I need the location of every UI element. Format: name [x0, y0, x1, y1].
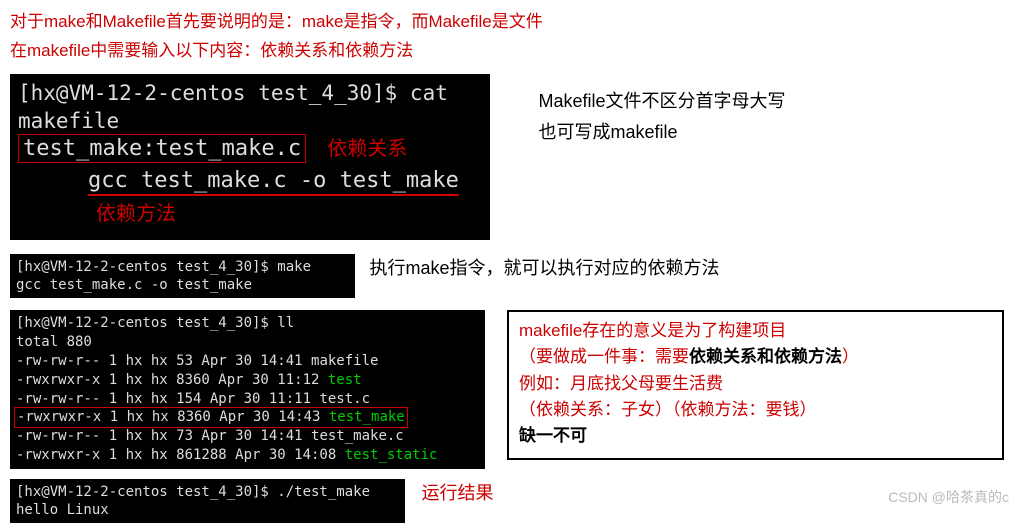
- term4-l2: hello Linux: [16, 501, 399, 519]
- list-item: -rwxrwxr-x 1 hx hx 8360 Apr 30 11:12 tes…: [16, 371, 479, 390]
- terminal-ll: [hx@VM-12-2-centos test_4_30]$ ll total …: [10, 310, 485, 469]
- watermark: CSDN @哈茶真的c: [888, 487, 1009, 507]
- term1-method-row: gcc test_make.c -o test_make 依赖方法: [18, 164, 482, 230]
- term3-total: total 880: [16, 333, 479, 352]
- term2-l2: gcc test_make.c -o test_make: [16, 276, 349, 294]
- callout-l1: makefile存在的意义是为了构建项目: [519, 321, 786, 340]
- term2-l1: [hx@VM-12-2-centos test_4_30]$ make: [16, 258, 349, 276]
- intro-line-2: 在makefile中需要输入以下内容：依赖关系和依赖方法: [10, 37, 1009, 64]
- note1-l1: Makefile文件不区分首字母大写: [538, 86, 785, 117]
- note-make-exec: 执行make指令，就可以执行对应的依赖方法: [369, 254, 719, 280]
- callout-box: makefile存在的意义是为了构建项目 （要做成一件事：需要依赖关系和依赖方法…: [507, 310, 1004, 460]
- term1-dep-anno: 依赖关系: [327, 136, 407, 162]
- intro-line-1: 对于make和Makefile首先要说明的是：make是指令，而Makefile…: [10, 8, 1009, 35]
- term1-dep-rule-row: test_make:test_make.c 依赖关系: [18, 135, 407, 164]
- list-item: -rwxrwxr-x 1 hx hx 861288 Apr 30 14:08 t…: [16, 446, 479, 465]
- list-item: -rw-rw-r-- 1 hx hx 154 Apr 30 11:11 test…: [16, 390, 479, 409]
- note1-l2: 也可写成makefile: [538, 117, 785, 148]
- term3-prompt: [hx@VM-12-2-centos test_4_30]$ ll: [16, 314, 479, 333]
- term1-prompt: [hx@VM-12-2-centos test_4_30]$ cat makef…: [18, 80, 482, 135]
- list-item: -rw-rw-r-- 1 hx hx 53 Apr 30 14:41 makef…: [16, 352, 479, 371]
- callout-l2b: 依赖关系和依赖方法: [689, 347, 842, 366]
- callout-l5: 缺一不可: [519, 426, 587, 445]
- term4-l1: [hx@VM-12-2-centos test_4_30]$ ./test_ma…: [16, 483, 399, 501]
- list-item: -rwxrwxr-x 1 hx hx 8360 Apr 30 14:43 tes…: [16, 408, 479, 427]
- note-run-result: 运行结果: [421, 479, 493, 505]
- list-item: -rw-rw-r-- 1 hx hx 73 Apr 30 14:41 test_…: [16, 427, 479, 446]
- callout-l2c: ）: [842, 347, 859, 366]
- callout-l2a: （要做成一件事：需要: [519, 347, 689, 366]
- callout-l3: 例如：月底找父母要生活费: [519, 374, 723, 393]
- note-makefile-case: Makefile文件不区分首字母大写 也可写成makefile: [538, 86, 785, 147]
- term1-method-cmd: gcc test_make.c -o test_make: [88, 168, 459, 196]
- terminal-cat-makefile: [hx@VM-12-2-centos test_4_30]$ cat makef…: [10, 74, 490, 239]
- terminal-run: [hx@VM-12-2-centos test_4_30]$ ./test_ma…: [10, 479, 405, 523]
- term1-dep-rule: test_make:test_make.c: [18, 134, 306, 163]
- term1-method-anno: 依赖方法: [96, 199, 176, 229]
- terminal-make: [hx@VM-12-2-centos test_4_30]$ make gcc …: [10, 254, 355, 298]
- callout-l4: （依赖关系：子女）（依赖方法：要钱）: [519, 400, 817, 419]
